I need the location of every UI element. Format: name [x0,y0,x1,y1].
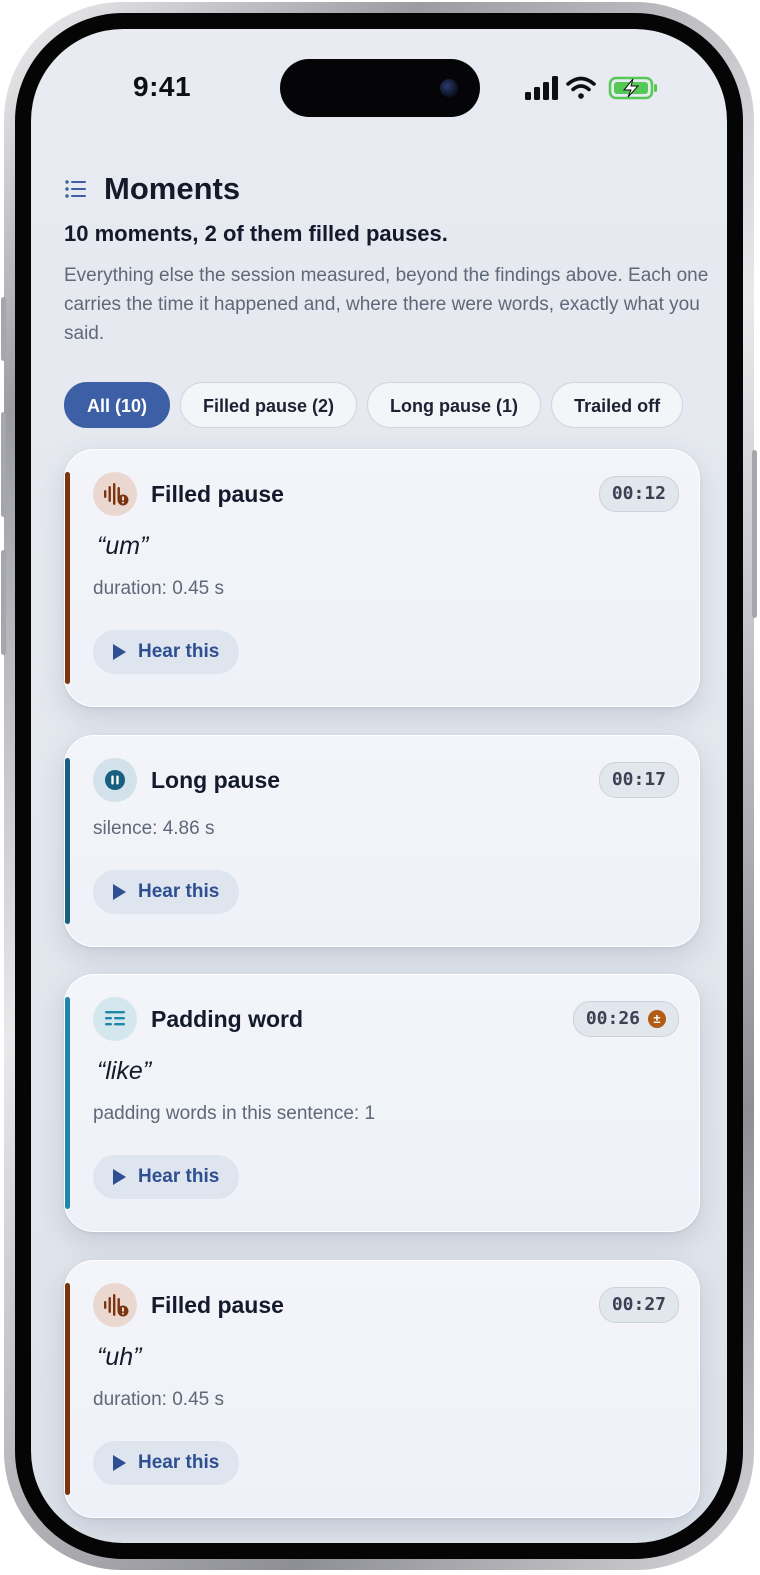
moment-card[interactable]: Filled pause 00:12 “um” duration: 0.45 s… [64,449,700,707]
hear-this-label: Hear this [138,641,220,662]
camera-icon [440,79,458,97]
moment-quote: “um” [97,532,149,560]
waveform-alert-icon [93,1283,137,1327]
moment-kind: Padding word [151,1005,304,1032]
moment-detail: duration: 0.45 s [93,1389,224,1410]
timestamp: 00:17 [611,769,666,790]
page-title: Moments [104,171,241,206]
status-time: 9:41 [133,71,192,102]
list-icon [65,180,86,198]
moment-detail: duration: 0.45 s [93,578,224,599]
moment-card[interactable]: Padding word 00:26 ± “like” padding word… [64,974,700,1232]
power-button [752,450,757,618]
timestamp-badge[interactable]: 00:26 ± [572,1001,679,1037]
hear-this-button[interactable]: Hear this [93,1441,240,1485]
wifi-icon [566,76,596,99]
play-icon [113,1169,126,1185]
timestamp: 00:26 [585,1008,640,1029]
action-button [1,297,6,361]
page-description: Everything else the session measured, be… [64,265,709,344]
dynamic-island [280,59,480,117]
moment-detail: silence: 4.86 s [93,818,215,839]
status-icons [525,76,657,100]
hear-this-label: Hear this [138,1452,220,1473]
timestamp-badge[interactable]: 00:12 [598,476,679,512]
hear-this-label: Hear this [138,1166,220,1187]
moment-card[interactable]: Filled pause 00:27 “uh” duration: 0.45 s… [64,1260,700,1518]
pause-icon [93,758,137,802]
page-subtitle: 10 moments, 2 of them filled pauses. [64,221,448,246]
play-icon [113,644,126,660]
play-icon [113,884,126,900]
hear-this-button[interactable]: Hear this [93,1155,240,1199]
moment-detail: padding words in this sentence: 1 [93,1103,376,1124]
moments-header: Moments 10 moments, 2 of them filled pau… [64,167,714,348]
phone-bezel: 9:41 Moments 10 moments, 2 of them fille… [15,13,743,1559]
text-wrap-icon [93,997,137,1041]
hear-this-button[interactable]: Hear this [93,630,240,674]
phone-frame: 9:41 Moments 10 moments, 2 of them fille… [1,2,757,1570]
moment-quote: “uh” [97,1343,142,1371]
filter-chips: All (10) Filled pause (2) Long pause (1) Tr… [64,382,700,434]
volume-down-button [1,550,6,655]
screen: 9:41 Moments 10 moments, 2 of them fille… [31,29,727,1543]
moment-kind: Filled pause [151,1291,284,1318]
timestamp: 00:27 [611,1294,666,1315]
waveform-alert-icon [93,472,137,516]
timestamp-badge[interactable]: 00:27 [598,1287,679,1323]
accent-bar [65,997,70,1209]
accent-bar [65,472,70,684]
hear-this-button[interactable]: Hear this [93,870,240,914]
filter-chip-trailed-off[interactable]: Trailed off [551,382,684,428]
signal-icon [525,76,558,100]
moment-quote: “like” [97,1057,152,1085]
timestamp: 00:12 [611,483,666,504]
battery-charging-icon [608,76,657,100]
timestamp-badge[interactable]: 00:17 [598,762,679,798]
accent-bar [65,758,70,924]
accent-bar [65,1283,70,1495]
moment-card[interactable]: Long pause 00:17 silence: 4.86 s Hear th… [64,735,700,947]
filter-chip-all[interactable]: All (10) [64,382,171,428]
hear-this-label: Hear this [138,881,220,902]
flag-icon: ± [648,1010,666,1028]
filter-chip-long-pause[interactable]: Long pause (1) [367,382,542,428]
play-icon [113,1455,126,1471]
moment-kind: Filled pause [151,480,284,507]
filter-chip-filled-pause[interactable]: Filled pause (2) [180,382,358,428]
moment-kind: Long pause [151,766,281,793]
volume-up-button [1,412,6,517]
